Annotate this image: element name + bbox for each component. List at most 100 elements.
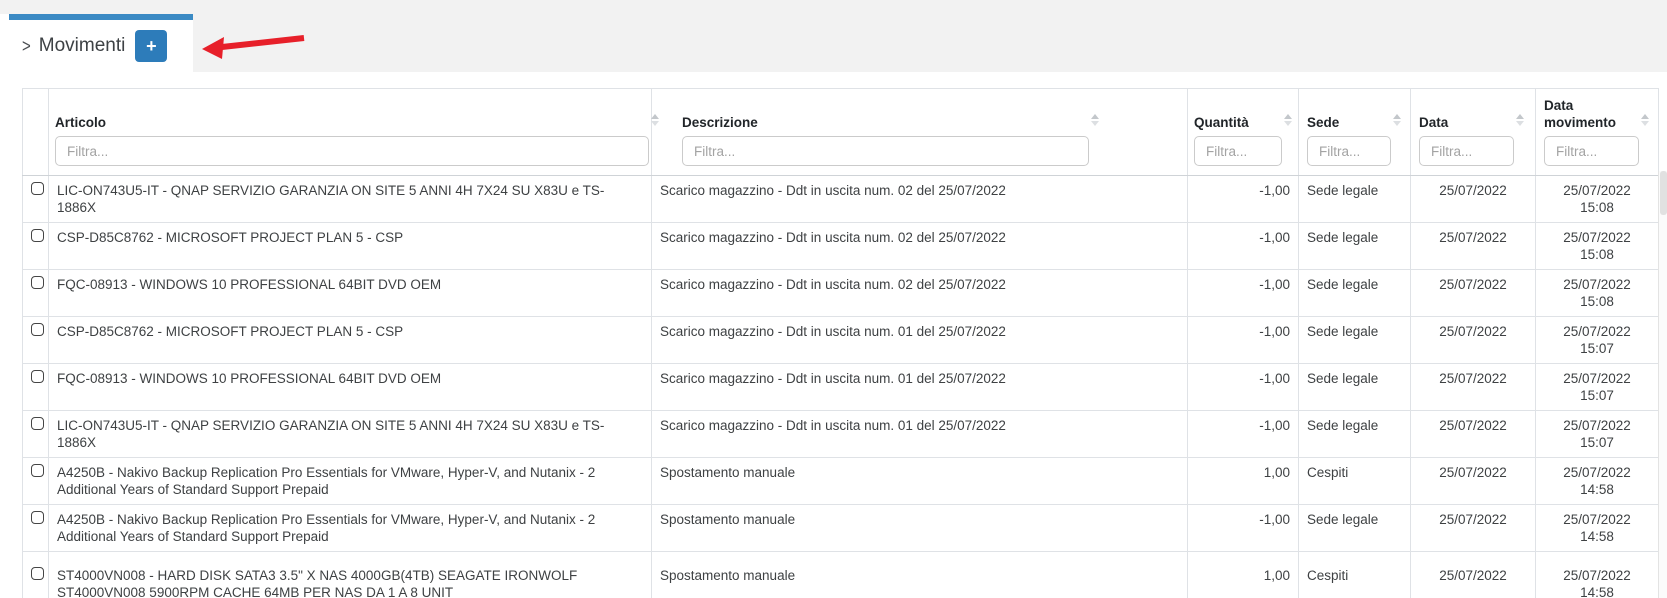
cell-data-movimento: 25/07/202215:07 xyxy=(1536,317,1659,364)
cell-articolo: LIC-ON743U5-IT - QNAP SERVIZIO GARANZIA … xyxy=(49,411,652,458)
scrollbar-thumb[interactable] xyxy=(1660,171,1667,215)
cell-data-movimento: 25/07/202215:07 xyxy=(1536,411,1659,458)
cell-quantita: -1,00 xyxy=(1188,411,1299,458)
cell-data: 25/07/2022 xyxy=(1411,458,1536,505)
cell-data: 25/07/2022 xyxy=(1411,411,1536,458)
cell-data-movimento: 25/07/202214:58 xyxy=(1536,552,1659,598)
cell-articolo: FQC-08913 - WINDOWS 10 PROFESSIONAL 64BI… xyxy=(49,364,652,411)
table-row[interactable]: LIC-ON743U5-IT - QNAP SERVIZIO GARANZIA … xyxy=(23,176,1659,223)
filter-input-data-movimento[interactable] xyxy=(1419,136,1514,166)
row-checkbox[interactable] xyxy=(31,276,44,289)
cell-data: 25/07/2022 xyxy=(1411,223,1536,270)
cell-articolo: A4250B - Nakivo Backup Replication Pro E… xyxy=(49,458,652,505)
column-label-quantita: Quantità xyxy=(1194,114,1249,131)
table-row[interactable]: FQC-08913 - WINDOWS 10 PROFESSIONAL 64BI… xyxy=(23,270,1659,317)
filter-input-articolo[interactable] xyxy=(55,136,649,166)
cell-sede: Sede legale xyxy=(1299,505,1411,552)
sort-icon[interactable] xyxy=(1284,114,1292,126)
row-checkbox[interactable] xyxy=(31,417,44,430)
cell-sede: Sede legale xyxy=(1299,317,1411,364)
annotation-arrow-icon xyxy=(198,30,310,60)
cell-sede: Sede legale xyxy=(1299,411,1411,458)
column-label-sede: Sede xyxy=(1307,114,1339,131)
header-sede: Sede xyxy=(1299,89,1411,176)
cell-descrizione: Spostamento manuale xyxy=(652,458,1188,505)
cell-quantita: -1,00 xyxy=(1188,364,1299,411)
table-row[interactable]: LIC-ON743U5-IT - QNAP SERVIZIO GARANZIA … xyxy=(23,411,1659,458)
cell-descrizione: Spostamento manuale xyxy=(652,552,1188,598)
row-checkbox[interactable] xyxy=(31,511,44,524)
row-checkbox[interactable] xyxy=(31,370,44,383)
sort-icon[interactable] xyxy=(1393,114,1401,126)
filter-input-quantita[interactable] xyxy=(1194,136,1282,166)
cell-data: 25/07/2022 xyxy=(1411,505,1536,552)
filter-input-descrizione[interactable] xyxy=(682,136,1089,166)
row-checkbox[interactable] xyxy=(31,464,44,477)
header-descrizione: Descrizione xyxy=(652,89,1188,176)
cell-data-movimento: 25/07/202215:07 xyxy=(1536,364,1659,411)
cell-sede: Cespiti xyxy=(1299,552,1411,598)
column-label-data-movimento: Data movimento xyxy=(1544,97,1627,131)
cell-quantita: -1,00 xyxy=(1188,505,1299,552)
cell-data-movimento: 25/07/202215:08 xyxy=(1536,176,1659,223)
cell-sede: Cespiti xyxy=(1299,458,1411,505)
header-checkbox-cell xyxy=(23,89,49,176)
filter-input-sede[interactable] xyxy=(1307,136,1391,166)
cell-articolo: ST4000VN008 - HARD DISK SATA3 3.5" X NAS… xyxy=(49,552,652,598)
table-row[interactable]: A4250B - Nakivo Backup Replication Pro E… xyxy=(23,458,1659,505)
cell-descrizione: Scarico magazzino - Ddt in uscita num. 0… xyxy=(652,270,1188,317)
cell-quantita: 1,00 xyxy=(1188,552,1299,598)
vertical-scrollbar xyxy=(1658,171,1667,598)
column-label-articolo: Articolo xyxy=(55,114,106,131)
cell-quantita: -1,00 xyxy=(1188,176,1299,223)
header-data: Data xyxy=(1411,89,1536,176)
cell-articolo: CSP-D85C8762 - MICROSOFT PROJECT PLAN 5 … xyxy=(49,223,652,270)
header-row: Articolo Descrizione Quantità xyxy=(23,89,1659,176)
row-checkbox[interactable] xyxy=(31,567,44,580)
add-movimento-button[interactable]: + xyxy=(135,30,167,62)
row-checkbox[interactable] xyxy=(31,323,44,336)
cell-quantita: 1,00 xyxy=(1188,458,1299,505)
movimenti-table: Articolo Descrizione Quantità xyxy=(22,88,1659,598)
cell-data-movimento: 25/07/202214:58 xyxy=(1536,505,1659,552)
top-strip xyxy=(0,0,1667,14)
row-checkbox[interactable] xyxy=(31,182,44,195)
sort-icon[interactable] xyxy=(1641,114,1649,126)
column-label-data: Data xyxy=(1419,114,1448,131)
cell-data: 25/07/2022 xyxy=(1411,317,1536,364)
cell-articolo: A4250B - Nakivo Backup Replication Pro E… xyxy=(49,505,652,552)
tab-movimenti[interactable]: > Movimenti + xyxy=(9,14,193,72)
cell-data: 25/07/2022 xyxy=(1411,270,1536,317)
cell-data-movimento: 25/07/202214:58 xyxy=(1536,458,1659,505)
chevron-right-icon: > xyxy=(22,35,31,56)
cell-data: 25/07/2022 xyxy=(1411,552,1536,598)
cell-articolo: FQC-08913 - WINDOWS 10 PROFESSIONAL 64BI… xyxy=(49,270,652,317)
tab-bar-background xyxy=(193,14,1667,72)
sort-icon[interactable] xyxy=(1516,114,1524,126)
table-row[interactable]: CSP-D85C8762 - MICROSOFT PROJECT PLAN 5 … xyxy=(23,317,1659,364)
header-data-movimento: Data movimento xyxy=(1536,89,1659,176)
sort-icon[interactable] xyxy=(1091,114,1099,126)
sort-icon[interactable] xyxy=(651,114,659,126)
cell-descrizione: Scarico magazzino - Ddt in uscita num. 0… xyxy=(652,411,1188,458)
cell-quantita: -1,00 xyxy=(1188,270,1299,317)
column-label-descrizione: Descrizione xyxy=(682,114,758,131)
cell-sede: Sede legale xyxy=(1299,223,1411,270)
cell-articolo: LIC-ON743U5-IT - QNAP SERVIZIO GARANZIA … xyxy=(49,176,652,223)
table-row[interactable]: A4250B - Nakivo Backup Replication Pro E… xyxy=(23,505,1659,552)
row-checkbox[interactable] xyxy=(31,229,44,242)
page-title: Movimenti xyxy=(39,35,126,57)
table-row[interactable]: ST4000VN008 - HARD DISK SATA3 3.5" X NAS… xyxy=(23,552,1659,598)
page: > Movimenti + Articolo xyxy=(0,0,1667,598)
cell-data-movimento: 25/07/202215:08 xyxy=(1536,223,1659,270)
cell-descrizione: Scarico magazzino - Ddt in uscita num. 0… xyxy=(652,317,1188,364)
header-quantita: Quantità xyxy=(1188,89,1299,176)
filter-input-data-movimento-2[interactable] xyxy=(1544,136,1639,166)
cell-descrizione: Scarico magazzino - Ddt in uscita num. 0… xyxy=(652,364,1188,411)
cell-quantita: -1,00 xyxy=(1188,317,1299,364)
table-row[interactable]: CSP-D85C8762 - MICROSOFT PROJECT PLAN 5 … xyxy=(23,223,1659,270)
cell-data-movimento: 25/07/202215:08 xyxy=(1536,270,1659,317)
table-row[interactable]: FQC-08913 - WINDOWS 10 PROFESSIONAL 64BI… xyxy=(23,364,1659,411)
cell-descrizione: Scarico magazzino - Ddt in uscita num. 0… xyxy=(652,223,1188,270)
cell-data: 25/07/2022 xyxy=(1411,364,1536,411)
